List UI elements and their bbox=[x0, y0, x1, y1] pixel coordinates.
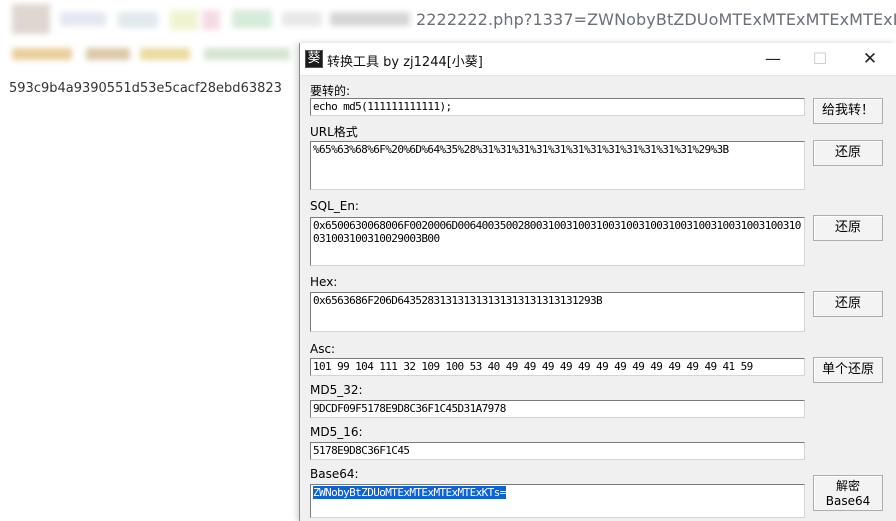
blurred-tab-7 bbox=[282, 12, 322, 26]
page-output-text: 593c9b4a9390551d53e5cacf28ebd63823 bbox=[9, 81, 282, 96]
input-field[interactable]: echo md5(111111111111); bbox=[310, 98, 805, 116]
asc-field[interactable]: 101 99 104 111 32 109 100 53 40 49 49 49… bbox=[310, 358, 805, 376]
blurred-bookmark-3[interactable] bbox=[140, 48, 190, 60]
asc-single-restore-button[interactable]: 单个还原 bbox=[813, 357, 883, 383]
minimize-icon[interactable]: — bbox=[750, 43, 796, 76]
sql-label: SQL_En: bbox=[310, 199, 359, 213]
window-title: 转换工具 by zj1244[小葵] bbox=[327, 55, 483, 70]
blurred-tab-6 bbox=[232, 10, 272, 28]
blurred-bookmark-4[interactable] bbox=[204, 48, 290, 60]
md5-16-label: MD5_16: bbox=[310, 425, 363, 439]
blurred-tab-3 bbox=[118, 12, 158, 28]
blurred-bookmark-2[interactable] bbox=[86, 48, 130, 60]
converter-tool-window: 葵 转换工具 by zj1244[小葵] — ☐ ✕ 要转的: echo md5… bbox=[299, 43, 896, 521]
hex-restore-button[interactable]: 还原 bbox=[813, 291, 883, 317]
base64-decode-button[interactable]: 解密 Base64 bbox=[813, 475, 883, 511]
asc-label: Asc: bbox=[310, 342, 336, 356]
blurred-tab-5 bbox=[202, 10, 220, 30]
blurred-tab-1 bbox=[12, 4, 50, 34]
url-text[interactable]: 2222222.php?1337=ZWNobyBtZDUoMTExMTExMTE… bbox=[416, 10, 896, 29]
url-restore-button[interactable]: 还原 bbox=[813, 140, 883, 166]
url-field[interactable]: %65%63%68%6F%20%6D%64%35%28%31%31%31%31%… bbox=[310, 141, 805, 190]
blurred-tab-8 bbox=[330, 12, 410, 26]
window-titlebar[interactable]: 葵 转换工具 by zj1244[小葵] — ☐ ✕ bbox=[300, 43, 896, 76]
address-bar[interactable]: 2222222.php?1337=ZWNobyBtZDUoMTExMTExMTE… bbox=[0, 0, 896, 42]
base64-decode-label-2: Base64 bbox=[825, 494, 871, 508]
sql-restore-button[interactable]: 还原 bbox=[813, 215, 883, 241]
bookmarks-bar bbox=[0, 44, 300, 66]
app-icon: 葵 bbox=[305, 50, 323, 68]
base64-field[interactable]: ZWNobyBtZDUoMTExMTExMTExMTExKTs= bbox=[310, 484, 805, 518]
blurred-bookmark-1[interactable] bbox=[12, 48, 72, 60]
close-icon[interactable]: ✕ bbox=[847, 43, 893, 76]
md5-32-field[interactable]: 9DCDF09F5178E9D8C36F1C45D31A7978 bbox=[310, 400, 805, 418]
base64-selected-text: ZWNobyBtZDUoMTExMTExMTExMTExKTs= bbox=[313, 486, 506, 499]
base64-label: Base64: bbox=[310, 467, 359, 481]
blurred-tab-2 bbox=[60, 12, 106, 26]
url-label: URL格式 bbox=[310, 125, 358, 139]
blurred-tab-4 bbox=[170, 10, 198, 30]
hex-field[interactable]: 0x6563686F206D64352831313131313131313131… bbox=[310, 292, 805, 332]
hex-label: Hex: bbox=[310, 275, 338, 289]
input-label: 要转的: bbox=[310, 84, 351, 98]
md5-16-field[interactable]: 5178E9D8C36F1C45 bbox=[310, 442, 805, 460]
md5-32-label: MD5_32: bbox=[310, 383, 363, 397]
sql-field[interactable]: 0x6500630068006F0020006D0064003500280031… bbox=[310, 217, 805, 266]
maximize-icon[interactable]: ☐ bbox=[797, 43, 843, 76]
base64-decode-label-1: 解密 bbox=[835, 479, 860, 493]
convert-button[interactable]: 给我转！ bbox=[813, 98, 883, 124]
